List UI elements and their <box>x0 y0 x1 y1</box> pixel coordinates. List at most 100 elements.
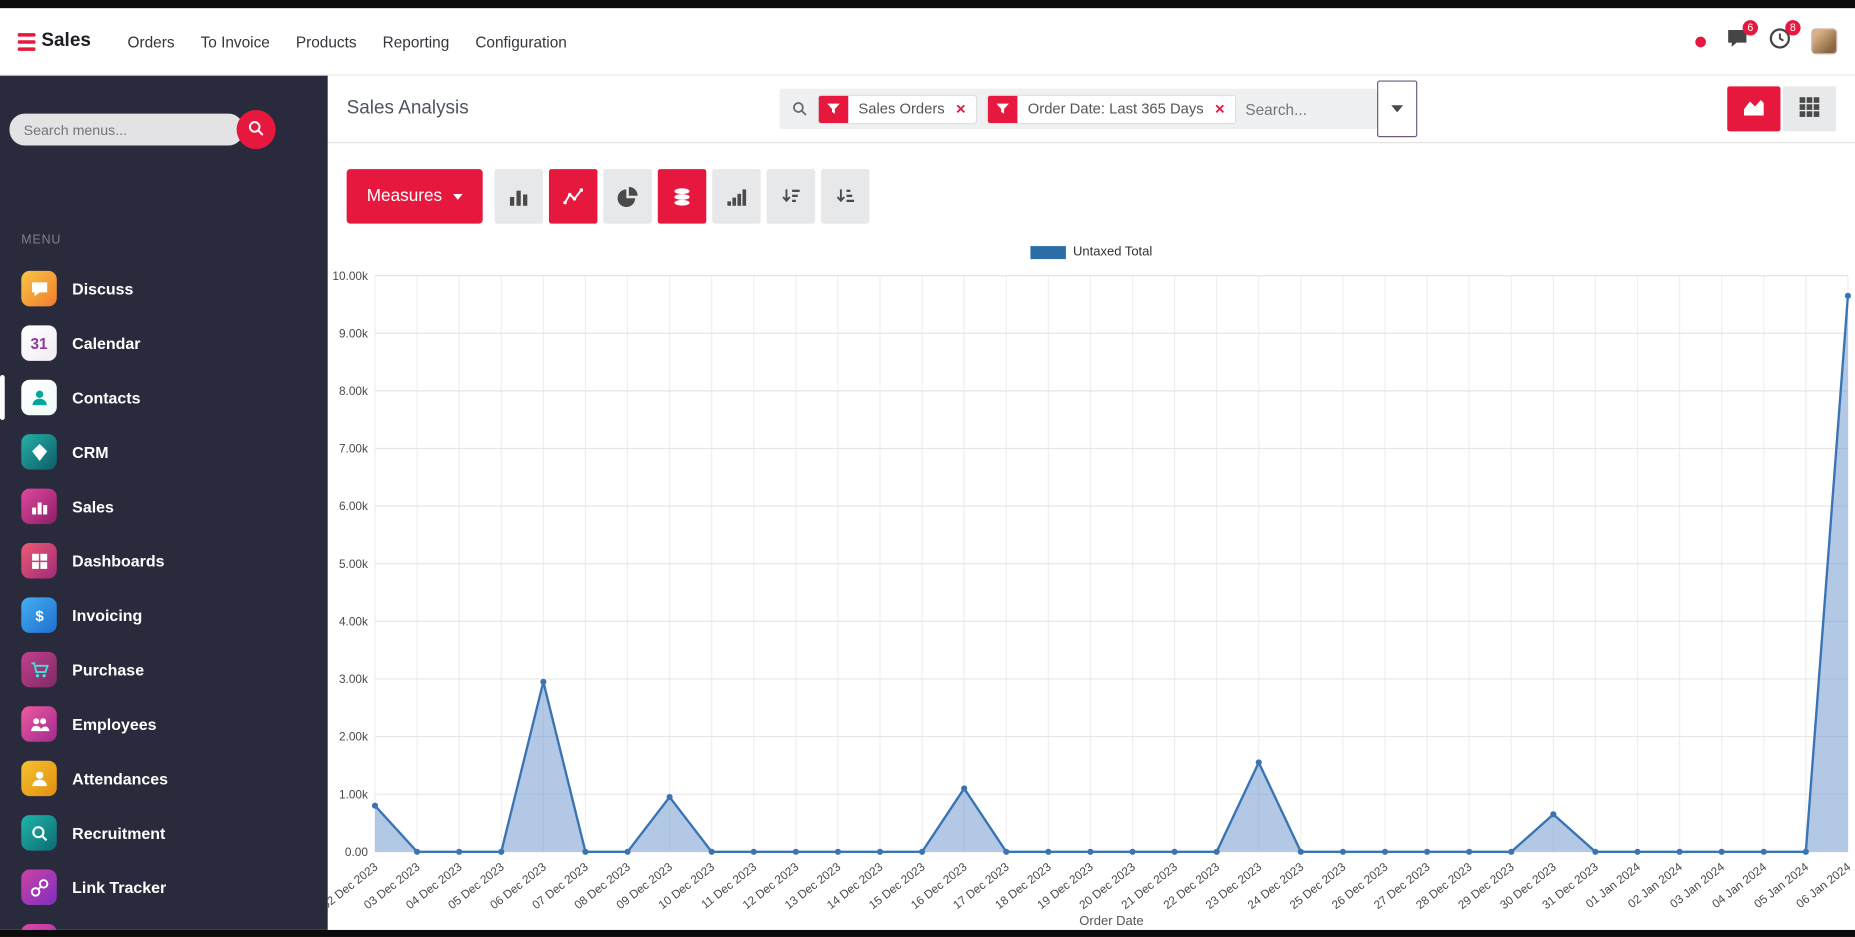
svg-text:$: $ <box>35 607 44 624</box>
graph-toolbar: Measures <box>346 169 1855 224</box>
svg-text:Order Date: Order Date <box>1079 913 1143 928</box>
screen-bottom-edge <box>0 929 1855 937</box>
navbar-menu-orders[interactable]: Orders <box>115 22 188 61</box>
chart-block: Untaxed Total 0.00 1.00k 2.00k 3.00k 4.00k 5.… <box>328 243 1855 930</box>
sidebar-scrollbar-thumb[interactable] <box>0 375 5 420</box>
screen: Sales Orders To Invoice Products Reporting C… <box>0 0 1855 937</box>
purchase-icon <box>21 651 57 688</box>
sidebar-item-employees[interactable]: Employees <box>0 697 328 751</box>
navbar-menu-to-invoice[interactable]: To Invoice <box>188 22 283 61</box>
sales-icon <box>21 488 57 525</box>
sidebar-item-link-tracker[interactable]: Link Tracker <box>0 860 328 914</box>
sidebar-item-label: Calendar <box>72 334 141 352</box>
sort-descending-button[interactable] <box>766 169 815 224</box>
sidebar-item-purchase[interactable]: Purchase <box>0 642 328 696</box>
navbar-menu-configuration[interactable]: Configuration <box>462 22 580 61</box>
employees-icon <box>21 706 57 742</box>
line-chart-icon <box>562 186 583 206</box>
line-chart-view-button[interactable] <box>548 169 598 224</box>
search-bar[interactable]: Sales Orders ✕ Order Date: Last 365 Days ✕ <box>779 88 1377 129</box>
search-facet[interactable]: Sales Orders ✕ <box>816 94 977 124</box>
search-input[interactable] <box>1245 99 1365 118</box>
sort-asc-icon <box>835 186 855 206</box>
graph-view-button[interactable] <box>1727 86 1781 132</box>
messages-button[interactable]: 6 <box>1726 20 1758 55</box>
messages-badge: 6 <box>1742 20 1758 36</box>
caret-down-icon <box>452 193 463 200</box>
navbar-systray: 6 8 <box>1695 20 1838 55</box>
svg-text:3.00k: 3.00k <box>339 672 368 686</box>
pie-chart-view-button[interactable] <box>602 169 652 224</box>
sidebar-search-input[interactable] <box>9 113 244 146</box>
attendances-icon <box>21 760 57 797</box>
status-dot-icon[interactable] <box>1695 36 1706 47</box>
area-chart-icon <box>1743 96 1765 122</box>
pivot-view-button[interactable] <box>1782 86 1837 132</box>
sidebar-item-label: Dashboards <box>72 551 165 570</box>
search-facet[interactable]: Order Date: Last 365 Days ✕ <box>986 94 1236 124</box>
sidebar-item-dashboards[interactable]: Dashboards <box>0 534 328 588</box>
sidebar-item-attendances[interactable]: Attendances <box>0 751 328 805</box>
svg-text:0.00: 0.00 <box>345 845 368 859</box>
sidebar-item-invoicing[interactable]: $ Invoicing <box>0 588 328 642</box>
recruitment-icon <box>21 815 57 851</box>
bar-chart-icon <box>508 186 528 206</box>
svg-text:4.00k: 4.00k <box>339 614 368 628</box>
sort-ascending-button[interactable] <box>820 169 870 224</box>
facet-remove-icon[interactable]: ✕ <box>1214 101 1234 116</box>
page-title: Sales Analysis <box>346 98 469 119</box>
measures-button[interactable]: Measures <box>346 169 483 224</box>
search-zone: Sales Orders ✕ Order Date: Last 365 Days ✕ <box>469 80 1728 138</box>
sidebar-item-label: Recruitment <box>72 823 166 842</box>
app-brand[interactable]: Sales <box>41 31 90 52</box>
facet-list: Sales Orders ✕ Order Date: Last 365 Days ✕ <box>816 94 1236 124</box>
cumulative-toggle-button[interactable] <box>711 169 761 224</box>
stacked-toggle-button[interactable] <box>657 169 706 224</box>
apps-menu-button[interactable] <box>17 32 36 51</box>
sidebar-item-partial[interactable] <box>0 914 328 930</box>
svg-text:10.00k: 10.00k <box>332 269 368 283</box>
sidebar-item-discuss[interactable]: Discuss <box>0 261 328 315</box>
legend-label: Untaxed Total <box>1072 244 1153 260</box>
svg-text:8.00k: 8.00k <box>339 384 368 398</box>
sidebar-item-sales[interactable]: Sales <box>0 479 328 533</box>
invoicing-icon: $ <box>21 597 57 633</box>
page-layout: MENU Discuss 31 Calendar Contacts CRM Sales Da… <box>0 75 1855 930</box>
app-icon <box>21 923 57 930</box>
svg-text:2.00k: 2.00k <box>339 730 368 744</box>
search-dropdown-toggle[interactable] <box>1376 80 1417 138</box>
screen-top-edge <box>0 0 1855 9</box>
facet-remove-icon[interactable]: ✕ <box>955 101 975 116</box>
line-chart[interactable]: 0.00 1.00k 2.00k 3.00k 4.00k 5.00k 6.00k 7.00k 8… <box>328 269 1855 930</box>
navbar-menu-products[interactable]: Products <box>283 22 370 61</box>
sidebar-item-label: Attendances <box>72 769 169 788</box>
sidebar-item-label: Employees <box>72 715 157 733</box>
sidebar-item-recruitment[interactable]: Recruitment <box>0 806 328 860</box>
pivot-grid-icon <box>1798 96 1820 122</box>
user-avatar[interactable] <box>1811 28 1838 55</box>
sidebar-item-contacts[interactable]: Contacts <box>0 370 328 424</box>
chart-legend: Untaxed Total <box>328 243 1855 262</box>
svg-text:1.00k: 1.00k <box>339 787 368 801</box>
sidebar-item-calendar[interactable]: 31 Calendar <box>0 316 328 370</box>
sidebar-item-label: Link Tracker <box>72 878 167 897</box>
sidebar-item-label: CRM <box>72 443 109 461</box>
discuss-icon <box>21 270 57 307</box>
activities-button[interactable]: 8 <box>1769 20 1801 55</box>
measures-label: Measures <box>366 186 443 206</box>
view-switcher <box>1727 86 1837 132</box>
legend-swatch <box>1030 245 1066 259</box>
link-tracker-icon <box>21 869 57 906</box>
ascending-bars-icon <box>726 186 746 206</box>
sidebar-search-button[interactable] <box>236 110 276 150</box>
sidebar-item-label: Invoicing <box>72 606 143 625</box>
svg-text:9.00k: 9.00k <box>339 326 368 340</box>
navbar-menu-reporting[interactable]: Reporting <box>370 22 463 61</box>
bar-chart-view-button[interactable] <box>494 169 543 224</box>
navbar-menus: Orders To Invoice Products Reporting Configu… <box>115 22 580 61</box>
apps-sidebar: MENU Discuss 31 Calendar Contacts CRM Sales Da… <box>0 75 328 930</box>
menu-section-label: MENU <box>21 233 62 248</box>
sidebar-item-crm[interactable]: CRM <box>0 425 328 479</box>
sidebar-app-list: Discuss 31 Calendar Contacts CRM Sales Dashboa… <box>0 261 328 930</box>
graph-mode-buttons <box>494 169 870 224</box>
